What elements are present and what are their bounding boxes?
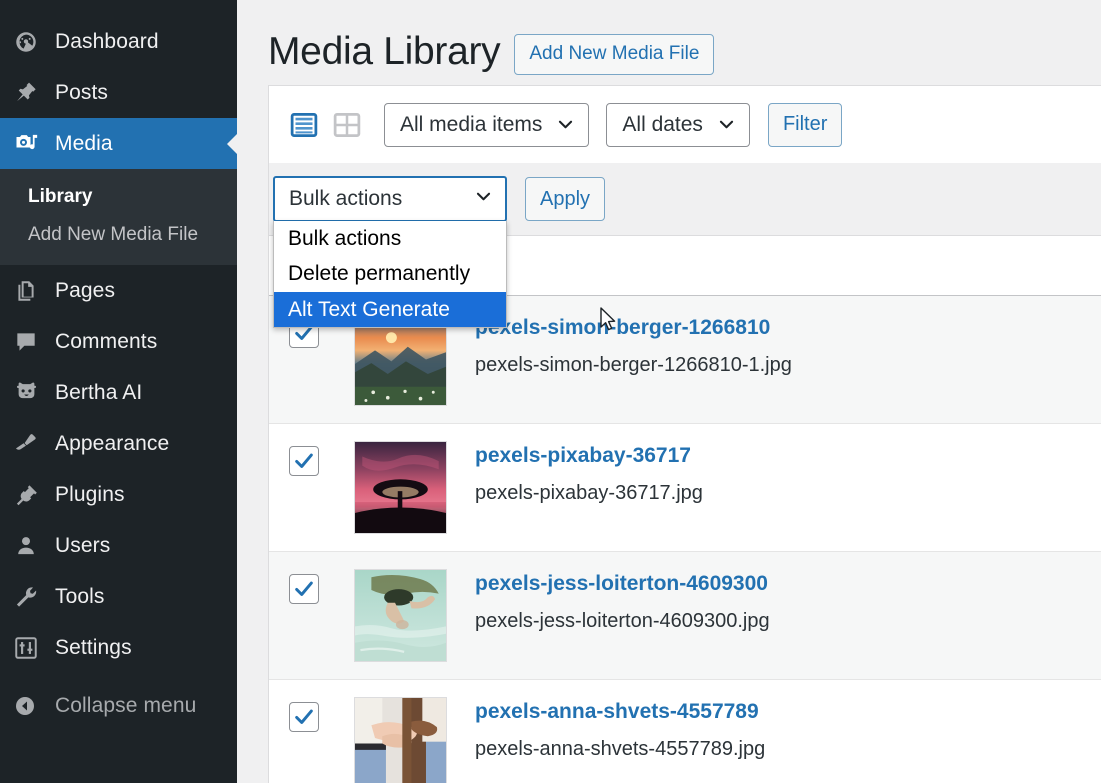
admin-sidebar: Dashboard Posts Media Library Add New Me… — [0, 0, 237, 783]
view-mode-toggle — [289, 110, 362, 140]
apply-button[interactable]: Apply — [525, 177, 606, 221]
sidebar-item-plugins[interactable]: Plugins — [0, 469, 237, 520]
all-media-items-value: All media items — [400, 112, 543, 136]
comments-icon — [13, 329, 47, 355]
sidebar-item-label: Bertha AI — [55, 380, 143, 404]
collapse-menu-label: Collapse menu — [55, 693, 197, 717]
sidebar-item-bertha-ai[interactable]: Bertha AI — [0, 367, 237, 418]
sidebar-item-label: Comments — [55, 329, 158, 353]
media-thumbnail[interactable] — [354, 441, 447, 534]
media-submenu: Library Add New Media File — [0, 169, 237, 265]
pin-icon — [13, 80, 47, 106]
row-text: pexels-anna-shvets-4557789 pexels-anna-s… — [475, 697, 765, 761]
chevron-down-icon — [474, 187, 493, 212]
media-toolbar: All media items All dates Filter — [268, 85, 1101, 163]
sidebar-item-pages[interactable]: Pages — [0, 265, 237, 316]
user-icon — [13, 533, 47, 559]
swimmer-water-thumbnail — [355, 570, 446, 661]
all-dates-value: All dates — [622, 112, 703, 136]
current-menu-arrow — [227, 132, 237, 155]
robot-icon — [13, 379, 47, 406]
collapse-arrow-icon — [13, 694, 47, 718]
media-thumbnail[interactable] — [354, 569, 447, 662]
pink-sunset-tree-thumbnail — [355, 442, 446, 533]
sliders-icon — [13, 635, 47, 661]
brush-icon — [13, 431, 47, 457]
sidebar-item-media[interactable]: Media — [0, 118, 237, 169]
dropdown-option-label: Delete permanently — [288, 262, 471, 286]
media-title-link[interactable]: pexels-anna-shvets-4557789 — [475, 698, 765, 725]
collapse-menu-button[interactable]: Collapse menu — [0, 680, 237, 731]
media-title-link[interactable]: pexels-simon-berger-1266810 — [475, 314, 792, 341]
row-text: pexels-pixabay-36717 pexels-pixabay-3671… — [475, 441, 703, 505]
dropdown-option-label: Bulk actions — [288, 227, 402, 250]
media-filename: pexels-anna-shvets-4557789.jpg — [475, 738, 766, 761]
dropdown-option-alt-text-generate[interactable]: Alt Text Generate — [274, 291, 506, 328]
sidebar-item-appearance[interactable]: Appearance — [0, 418, 237, 469]
dropdown-option-label: Alt Text Generate — [288, 297, 450, 321]
sidebar-item-users[interactable]: Users — [0, 520, 237, 571]
sidebar-item-label: Appearance — [55, 431, 170, 455]
people-hug-thumbnail — [355, 698, 446, 783]
media-title-link[interactable]: pexels-jess-loiterton-4609300 — [475, 570, 770, 597]
all-media-items-select[interactable]: All media items — [384, 102, 590, 147]
sidebar-item-label: Pages — [55, 278, 116, 302]
bulk-actions-select[interactable]: Bulk actions — [273, 176, 507, 222]
chevron-down-icon — [556, 115, 575, 134]
wrench-icon — [13, 584, 47, 610]
submenu-item-label: Library — [28, 186, 93, 207]
submenu-item-add-new-media-file[interactable]: Add New Media File — [0, 216, 237, 254]
row-checkbox[interactable] — [289, 702, 319, 732]
chevron-down-icon — [717, 115, 736, 134]
media-filename: pexels-pixabay-36717.jpg — [475, 482, 703, 505]
bulk-actions-dropdown: Bulk actions Delete permanently Alt Text… — [273, 221, 507, 329]
bulk-actions-row: Bulk actions Apply Bulk actions Delete p… — [268, 163, 1101, 329]
media-filename: pexels-jess-loiterton-4609300.jpg — [475, 610, 770, 633]
row-text: pexels-jess-loiterton-4609300 pexels-jes… — [475, 569, 770, 633]
table-row[interactable]: pexels-jess-loiterton-4609300 pexels-jes… — [269, 552, 1101, 680]
sidebar-item-label: Dashboard — [55, 29, 159, 53]
sidebar-item-comments[interactable]: Comments — [0, 316, 237, 367]
main-content: Media Library Add New Media File All med… — [237, 0, 1101, 783]
submenu-item-library[interactable]: Library — [0, 178, 237, 216]
media-thumbnail[interactable] — [354, 697, 447, 783]
dashboard-icon — [13, 29, 47, 55]
grid-view-icon[interactable] — [332, 110, 362, 140]
plug-icon — [13, 482, 47, 508]
pages-icon — [13, 278, 47, 304]
sidebar-item-dashboard[interactable]: Dashboard — [0, 16, 237, 67]
add-new-media-file-button[interactable]: Add New Media File — [514, 33, 715, 76]
sidebar-item-tools[interactable]: Tools — [0, 571, 237, 622]
page-title: Media Library — [268, 30, 501, 74]
sidebar-item-settings[interactable]: Settings — [0, 622, 237, 673]
media-filename: pexels-simon-berger-1266810-1.jpg — [475, 354, 792, 377]
submenu-item-label: Add New Media File — [28, 224, 199, 245]
sidebar-item-label: Settings — [55, 635, 132, 659]
sidebar-item-label: Users — [55, 533, 111, 557]
media-title-link[interactable]: pexels-pixabay-36717 — [475, 442, 703, 469]
table-row[interactable]: pexels-pixabay-36717 pexels-pixabay-3671… — [269, 424, 1101, 552]
sidebar-item-label: Tools — [55, 584, 105, 608]
media-icon — [13, 130, 47, 158]
sidebar-item-label: Media — [55, 131, 113, 155]
all-dates-select[interactable]: All dates — [606, 102, 750, 147]
row-checkbox[interactable] — [289, 574, 319, 604]
page-header: Media Library Add New Media File — [237, 0, 1101, 85]
dropdown-option-bulk-actions[interactable]: Bulk actions — [274, 221, 506, 256]
filter-button[interactable]: Filter — [767, 102, 843, 147]
list-view-icon[interactable] — [289, 110, 319, 140]
wordpress-admin-screen: Dashboard Posts Media Library Add New Me… — [0, 0, 1101, 783]
sidebar-item-label: Plugins — [55, 482, 125, 506]
table-row[interactable]: pexels-anna-shvets-4557789 pexels-anna-s… — [269, 680, 1101, 783]
sidebar-item-posts[interactable]: Posts — [0, 67, 237, 118]
sidebar-item-label: Posts — [55, 80, 109, 104]
dropdown-option-delete-permanently[interactable]: Delete permanently — [274, 256, 506, 291]
bulk-actions-value: Bulk actions — [289, 187, 403, 210]
row-text: pexels-simon-berger-1266810 pexels-simon… — [475, 313, 792, 377]
row-checkbox[interactable] — [289, 446, 319, 476]
